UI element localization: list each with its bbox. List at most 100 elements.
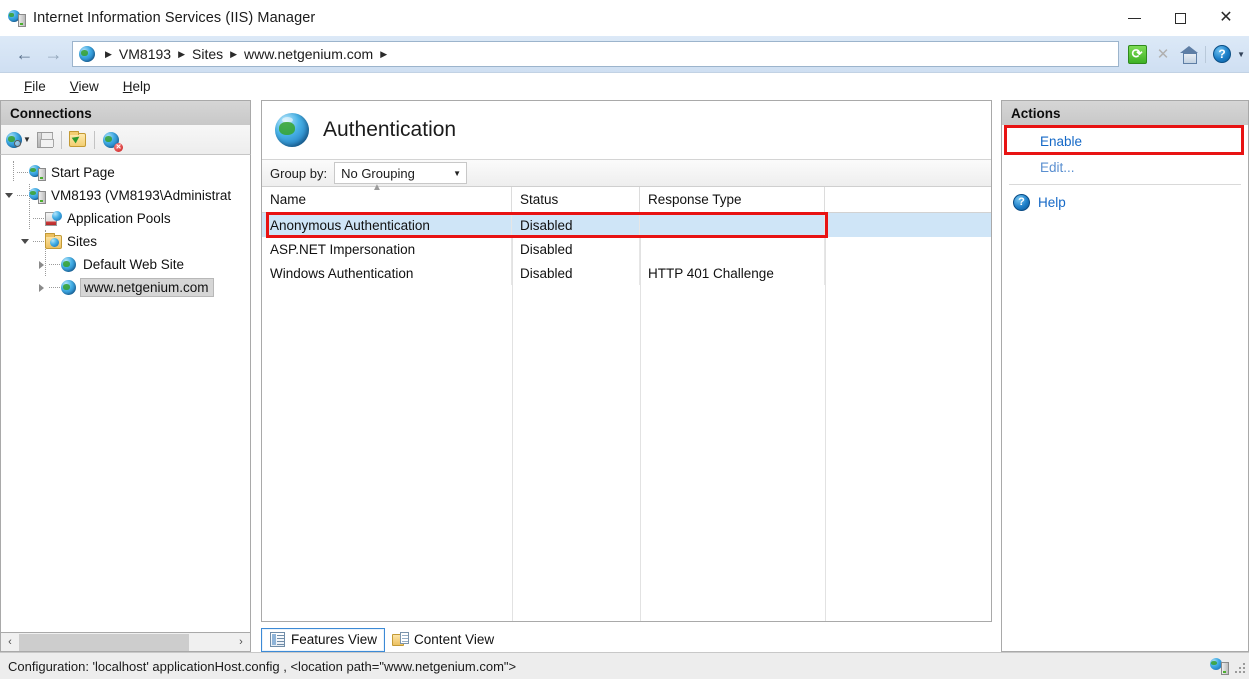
scrollbar-track[interactable] [19,633,232,651]
action-enable[interactable]: Enable [1002,128,1248,154]
tab-features-view[interactable]: Features View [261,627,386,652]
iis-manager-window: Internet Information Services (IIS) Mana… [0,0,1249,679]
action-label: Edit... [1040,159,1075,175]
stop-icon: ✕ [1156,46,1170,63]
cell-response-type [640,237,825,261]
chevron-down-icon[interactable]: ▼ [1237,50,1245,59]
cell-status: Disabled [512,237,640,261]
start-page-icon [28,164,48,182]
column-header-filler [825,187,991,212]
scroll-left-button[interactable]: ‹ [1,634,19,651]
title-bar: Internet Information Services (IIS) Mana… [0,0,1249,36]
breadcrumb-separator-2: ▶ [230,48,238,59]
menu-item-file[interactable]: File [12,76,58,97]
feature-pane: Authentication Group by: No Grouping ▼ N… [252,100,1001,652]
connect-to-icon[interactable]: ▼ [6,128,31,152]
cell-filler [825,261,991,285]
forward-button[interactable]: → [39,42,68,67]
column-header-status[interactable]: Status [512,187,640,212]
tree-expander-default-site[interactable] [33,260,49,269]
menu-item-view[interactable]: View [58,76,111,97]
tree-item-label: Sites [67,234,98,249]
toolbar-divider-2 [94,130,95,149]
sites-folder-icon [44,232,64,251]
minimize-button[interactable] [1111,0,1157,36]
tree-item-sites[interactable]: Sites [1,230,250,253]
sort-ascending-icon: ▲ [372,182,382,193]
view-tabs: Features View Content View [261,622,992,652]
window-controls: ✕ [1111,0,1249,36]
cell-response-type [640,213,825,237]
maximize-button[interactable] [1157,0,1203,36]
breadcrumb-separator-1: ▶ [178,48,185,59]
page-title: Authentication [323,118,457,141]
breadcrumb-separator-3: ▶ [380,48,388,59]
tree-connector [33,218,44,219]
refresh-icon[interactable]: ⟳ [1126,43,1148,65]
tree-item-server[interactable]: VM8193 (VM8193\Administrat [1,184,250,207]
cell-name: ASP.NET Impersonation [262,237,512,261]
actions-list: Enable Edit... ? Help [1001,125,1249,652]
authentication-feature: Authentication Group by: No Grouping ▼ N… [261,100,992,622]
connections-pane: Connections ▼ ✕ [0,100,252,652]
features-view-icon [269,631,286,648]
tree-expander-sites[interactable] [17,239,33,244]
help-icon[interactable]: ? [1211,43,1233,65]
tree-item-default-web-site[interactable]: Default Web Site [1,253,250,276]
table-row[interactable]: Windows Authentication Disabled HTTP 401… [262,261,991,285]
tree-connector [17,195,28,196]
home-icon[interactable] [1178,43,1200,65]
action-help[interactable]: ? Help [1002,189,1248,215]
cell-status: Disabled [512,261,640,285]
disconnect-icon[interactable]: ✕ [98,128,123,152]
toolbar-divider [1205,45,1207,63]
actions-divider [1009,184,1241,185]
close-button[interactable]: ✕ [1203,0,1249,36]
breadcrumb-globe-icon [79,46,95,62]
application-pools-icon [44,210,64,228]
breadcrumb-item-sites[interactable]: Sites [192,46,223,62]
column-label: Response Type [648,192,742,207]
menu-bar: File View Help [0,73,1249,100]
group-by-select[interactable]: No Grouping ▼ [334,162,468,184]
connections-horizontal-scrollbar[interactable]: ‹ › [0,633,251,652]
window-title: Internet Information Services (IIS) Mana… [33,10,316,26]
tree-connector [49,264,60,265]
tab-label: Content View [414,632,495,647]
website-icon [60,256,80,274]
menu-item-help[interactable]: Help [111,76,163,97]
breadcrumb[interactable]: ▶ VM8193 ▶ Sites ▶ www.netgenium.com ▶ [72,41,1120,67]
column-header-name[interactable]: Name ▲ [262,182,512,212]
tree-item-label: www.netgenium.com [80,278,214,297]
authentication-globe-icon [275,113,309,147]
group-by-value: No Grouping [341,165,415,181]
scroll-right-button[interactable]: › [232,634,250,651]
connections-tree[interactable]: Start Page VM8193 (VM8193\Administrat Ap… [0,155,251,633]
tab-content-view[interactable]: Content View [385,628,501,652]
column-header-response-type[interactable]: Response Type [640,187,825,212]
resize-grip[interactable] [1233,661,1245,673]
table-row[interactable]: ASP.NET Impersonation Disabled [262,237,991,261]
tree-item-start-page[interactable]: Start Page [1,161,250,184]
scrollbar-thumb[interactable] [19,633,190,651]
tree-expander-server[interactable] [1,193,17,198]
tree-connector [17,172,28,173]
save-icon [32,128,57,152]
chevron-down-icon: ▼ [453,168,462,178]
authentication-table: Name ▲ Status Response Type Anonymous Au… [262,182,991,621]
column-label: Name [270,192,307,207]
action-edit[interactable]: Edit... [1002,154,1248,180]
open-folder-icon[interactable] [65,128,90,152]
breadcrumb-item-server[interactable]: VM8193 [119,46,171,62]
tree-item-netgenium-site[interactable]: www.netgenium.com [1,276,250,299]
cell-name: Anonymous Authentication [262,213,512,237]
cell-status: Disabled [512,213,640,237]
breadcrumb-item-site[interactable]: www.netgenium.com [244,46,373,62]
tree-item-application-pools[interactable]: Application Pools [1,207,250,230]
actions-header: Actions [1001,100,1249,125]
table-row[interactable]: Anonymous Authentication Disabled [262,213,991,237]
back-button[interactable]: ← [10,42,39,67]
nav-buttons: ← → [4,42,72,67]
breadcrumb-separator-0: ▶ [105,48,112,59]
tree-expander-netgenium[interactable] [33,283,49,292]
